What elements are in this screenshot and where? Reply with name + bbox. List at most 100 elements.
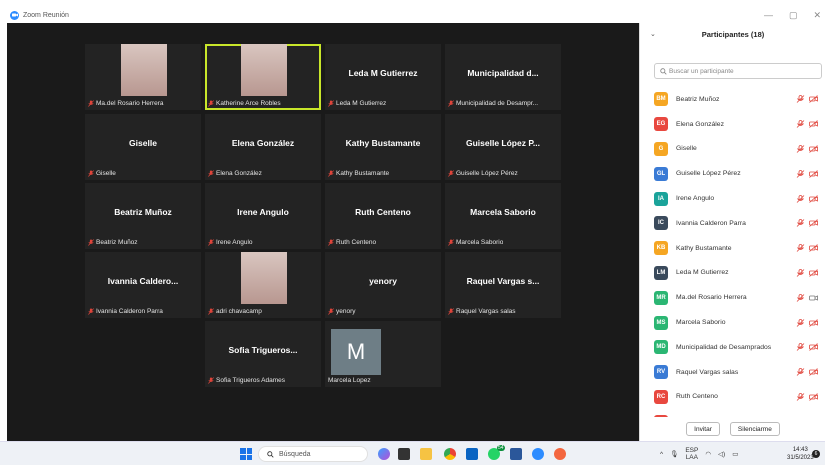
video-off-icon[interactable]	[809, 393, 818, 401]
participant-row[interactable]: KB Kathy Bustamante	[654, 236, 825, 261]
video-tile[interactable]: Ruth Centeno Ruth Centeno	[325, 183, 441, 249]
minimize-button[interactable]: —	[764, 10, 773, 20]
participant-label: Sofia Trigueros Adames	[208, 377, 285, 384]
video-tile[interactable]: Giselle Giselle	[85, 114, 201, 180]
muted-mic-icon[interactable]	[796, 269, 805, 277]
participant-row[interactable]: IC Ivannia Calderon Parra	[654, 211, 825, 236]
muted-mic-icon[interactable]	[796, 318, 805, 327]
participant-search-input[interactable]: Buscar un participante	[654, 63, 822, 79]
video-off-icon[interactable]	[809, 343, 818, 352]
volume-icon[interactable]: ◁)	[718, 450, 725, 458]
muted-mic-icon[interactable]	[796, 393, 805, 401]
battery-icon[interactable]: ▭	[732, 450, 738, 458]
video-tile[interactable]: Raquel Vargas s... Raquel Vargas salas	[445, 252, 561, 318]
muted-mic-icon[interactable]	[796, 244, 805, 252]
participant-label-text: Guiselle López Pérez	[456, 170, 518, 177]
participant-display-name: Beatriz Muñoz	[114, 207, 172, 217]
video-tile[interactable]: yenory yenory	[325, 252, 441, 318]
video-tile[interactable]: Ivannia Caldero... Ivannia Calderon Parra	[85, 252, 201, 318]
video-tile[interactable]: Leda M Gutierrez Leda M Gutierrez	[325, 44, 441, 110]
video-tile[interactable]: Elena González Elena González	[205, 114, 321, 180]
microphone-icon[interactable]: 🎙	[670, 450, 678, 458]
participant-row[interactable]: GL Guiselle López Pérez	[654, 161, 825, 186]
video-tile[interactable]: M Marcela Lopez	[325, 321, 441, 387]
video-tile[interactable]: Municipalidad d... Municipalidad de Desam…	[445, 44, 561, 110]
participant-row[interactable]: MS Marcela Saborio	[654, 310, 825, 335]
muted-mic-icon[interactable]	[796, 120, 805, 128]
clock[interactable]: 14:43 31/5/2023	[787, 446, 814, 462]
invite-button[interactable]: Invitar	[686, 422, 720, 436]
participant-row[interactable]: EG Elena González	[654, 112, 825, 137]
video-off-icon[interactable]	[809, 145, 818, 153]
start-button[interactable]	[240, 448, 252, 460]
participant-display-name: Ruth Centeno	[355, 207, 411, 217]
chrome-icon[interactable]	[444, 448, 456, 460]
participant-row[interactable]: MD Municipalidad de Desamprados	[654, 335, 825, 360]
participant-display-name: yenory	[369, 276, 397, 286]
video-tile[interactable]: Marcela Saborio Marcela Saborio	[445, 183, 561, 249]
language-indicator[interactable]: ESP LAA	[685, 447, 698, 461]
file-explorer-icon[interactable]	[420, 448, 432, 460]
taskbar-search[interactable]: Búsqueda	[258, 446, 368, 462]
task-view-icon[interactable]	[398, 448, 410, 460]
video-off-icon[interactable]	[809, 194, 818, 203]
video-off-icon[interactable]	[809, 294, 818, 302]
muted-mic-icon[interactable]	[796, 368, 805, 376]
word-icon[interactable]	[510, 448, 522, 460]
title-bar: Zoom Reunión — ▢ ✕	[7, 7, 825, 23]
participant-row[interactable]: IA Irene Angulo	[654, 186, 825, 211]
close-button[interactable]: ✕	[813, 10, 821, 21]
video-off-icon[interactable]	[809, 169, 818, 178]
notification-badge[interactable]: 6	[812, 450, 820, 458]
muted-mic-icon[interactable]	[796, 293, 805, 302]
muted-mic-icon[interactable]	[796, 194, 805, 203]
participant-avatar: MS	[654, 315, 668, 330]
muted-mic-icon[interactable]	[796, 95, 805, 104]
outlook-icon[interactable]	[466, 448, 478, 460]
chevron-up-icon[interactable]: ^	[660, 451, 663, 458]
participant-row[interactable]: G Giselle	[654, 137, 825, 162]
participant-row[interactable]: MR Ma.del Rosario Herrera	[654, 285, 825, 310]
video-tile[interactable]: Sofia Trigueros... Sofia Trigueros Adames	[205, 321, 321, 387]
video-off-icon[interactable]	[809, 368, 818, 376]
meet-icon[interactable]	[554, 448, 566, 460]
muted-mic-icon[interactable]	[796, 145, 805, 153]
participant-label: Elena González	[208, 170, 262, 177]
participant-avatar: MR	[654, 290, 668, 305]
video-tile[interactable]: Kathy Bustamante Kathy Bustamante	[325, 114, 441, 180]
participant-row[interactable]: Yyenory	[654, 409, 825, 417]
video-off-icon[interactable]	[809, 269, 818, 277]
participant-list: BM Beatriz Muñoz EG Elena González G Giselle G…	[654, 87, 825, 417]
video-off-icon[interactable]	[809, 219, 818, 228]
participant-avatar: RV	[654, 365, 668, 380]
video-off-icon[interactable]	[809, 244, 818, 252]
participant-avatar: IA	[654, 191, 668, 206]
mute-me-button[interactable]: Silenciarme	[729, 422, 780, 436]
participant-row[interactable]: RV Raquel Vargas salas	[654, 360, 825, 385]
video-off-icon[interactable]	[809, 318, 818, 327]
video-tile[interactable]: Guiselle López P... Guiselle López Pérez	[445, 114, 561, 180]
muted-mic-icon	[328, 100, 334, 107]
video-tile[interactable]: adri chavacamp	[205, 252, 321, 318]
video-off-icon[interactable]	[809, 95, 818, 104]
muted-mic-icon	[448, 239, 454, 246]
muted-mic-icon[interactable]	[796, 169, 805, 178]
video-off-icon[interactable]	[809, 120, 818, 128]
muted-mic-icon[interactable]	[796, 343, 805, 352]
participant-row[interactable]: RC Ruth Centeno	[654, 385, 825, 410]
participant-name: Leda M Gutierrez	[676, 269, 729, 277]
zoom-taskbar-icon[interactable]	[532, 448, 544, 460]
video-tile[interactable]: Ma.del Rosario Herrera	[85, 44, 201, 110]
participant-row[interactable]: BM Beatriz Muñoz	[654, 87, 825, 112]
video-gallery: Ma.del Rosario Herrera Katherine Arce Rob…	[7, 23, 639, 441]
video-tile[interactable]: Irene Angulo Irene Angulo	[205, 183, 321, 249]
maximize-button[interactable]: ▢	[789, 10, 798, 21]
video-tile[interactable]: Katherine Arce Robles	[205, 44, 321, 110]
copilot-icon[interactable]	[378, 448, 390, 460]
participant-label: Ma.del Rosario Herrera	[88, 100, 164, 107]
participant-row[interactable]: LM Leda M Gutierrez	[654, 261, 825, 286]
video-tile[interactable]: Beatriz Muñoz Beatriz Muñoz	[85, 183, 201, 249]
muted-mic-icon[interactable]	[796, 219, 805, 228]
participant-label-text: Elena González	[216, 170, 262, 177]
wifi-icon[interactable]: ◠	[705, 450, 711, 458]
